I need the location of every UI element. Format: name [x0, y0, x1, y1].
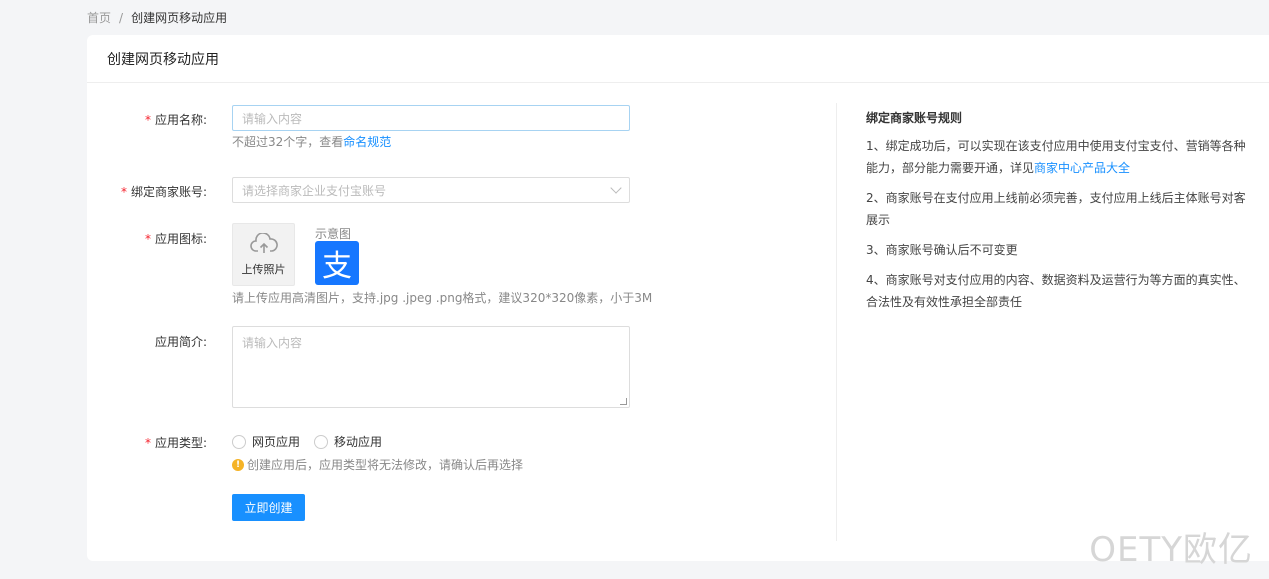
breadcrumb-current: 创建网页移动应用	[131, 11, 228, 25]
create-app-card: 创建网页移动应用 * 应用名称: 请输入内容 不超过32个字，查看命名规范 * 绑定…	[87, 35, 1269, 561]
breadcrumb-separator: /	[119, 10, 124, 25]
alipay-icon: 支	[315, 241, 359, 285]
merchant-rules-panel: 绑定商家账号规则 1、绑定成功后，可以实现在该支付应用中使用支付宝支付、营销等各…	[866, 107, 1246, 321]
warning-icon: !	[232, 458, 244, 471]
rule-item-4: 4、商家账号对支付应用的内容、数据资料及运营行为等方面的真实性、合法性及有效性承…	[866, 273, 1246, 309]
upload-photo-button[interactable]: 上传照片	[232, 223, 295, 286]
merchant-placeholder: 请选择商家企业支付宝账号	[242, 183, 387, 198]
breadcrumb-home[interactable]: 首页	[87, 9, 111, 26]
rules-title: 绑定商家账号规则	[866, 111, 963, 125]
app-name-input[interactable]: 请输入内容	[232, 105, 630, 131]
create-app-form: * 应用名称: 请输入内容 不超过32个字，查看命名规范 * 绑定商家账号: 请选择…	[87, 83, 837, 561]
chevron-down-icon	[610, 182, 622, 194]
breadcrumb: 首页 / 创建网页移动应用	[87, 9, 227, 26]
radio-circle-icon	[314, 434, 329, 449]
required-mark: *	[144, 113, 151, 127]
radio-web-app[interactable]: 网页应用	[232, 433, 300, 450]
app-type-warning: ! 创建应用后，应用类型将无法修改，请确认后再选择	[232, 456, 523, 473]
merchant-label: * 绑定商家账号:	[120, 185, 207, 199]
page-title: 创建网页移动应用	[87, 35, 1269, 83]
cloud-upload-icon	[249, 232, 278, 253]
sample-label: 示意图	[315, 227, 352, 241]
rule-item-1: 1、绑定成功后，可以实现在该支付应用中使用支付宝支付、营销等各种能力，部分能力需…	[866, 139, 1246, 175]
app-name-placeholder: 请输入内容	[242, 111, 303, 126]
resize-handle-icon[interactable]	[620, 398, 627, 405]
app-type-label: * 应用类型:	[144, 436, 207, 450]
upload-photo-label: 上传照片	[241, 262, 286, 276]
app-type-radio-group: 网页应用 移动应用	[232, 433, 382, 450]
product-catalog-link[interactable]: 商家中心产品大全	[1034, 161, 1130, 175]
app-intro-label: 应用简介:	[154, 335, 207, 349]
rule-item-2: 2、商家账号在支付应用上线前必须完善，支付应用上线后主体账号对客展示	[866, 191, 1246, 227]
merchant-select[interactable]: 请选择商家企业支付宝账号	[232, 177, 630, 203]
app-intro-textarea[interactable]: 请输入内容	[232, 326, 630, 408]
vertical-divider	[836, 103, 837, 541]
app-intro-placeholder: 请输入内容	[242, 336, 303, 350]
radio-mobile-app[interactable]: 移动应用	[314, 433, 382, 450]
rule-item-3: 3、商家账号确认后不可变更	[866, 243, 1018, 257]
app-icon-label: * 应用图标:	[144, 232, 207, 246]
naming-rules-link[interactable]: 命名规范	[343, 135, 391, 149]
create-now-button[interactable]: 立即创建	[232, 494, 305, 521]
app-name-hint: 不超过32个字，查看命名规范	[232, 135, 392, 149]
watermark: OETY欧亿	[1089, 530, 1253, 570]
app-name-label: * 应用名称:	[144, 113, 207, 127]
radio-circle-icon	[232, 434, 246, 449]
icon-hint: 请上传应用高清图片，支持.jpg .jpeg .png格式，建议320*320像…	[232, 291, 653, 305]
